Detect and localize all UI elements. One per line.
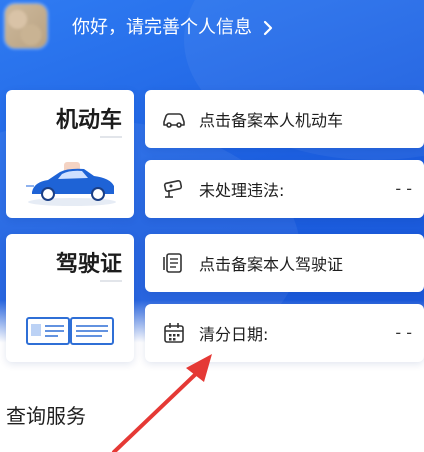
greeting-text: 你好，请完善个人信息 (72, 17, 252, 38)
vehicle-card[interactable]: 机动车 (6, 90, 134, 218)
violations-row[interactable]: 未处理违法: - - (145, 160, 424, 218)
document-icon (163, 253, 182, 273)
clear-date-row[interactable]: 清分日期: - - (145, 304, 424, 362)
chevron-right-icon (263, 20, 273, 36)
license-card[interactable]: 驾驶证 (6, 234, 134, 362)
vehicle-title: 机动车 (55, 108, 122, 133)
query-services-title: 查询服务 (6, 404, 86, 428)
license-illustration (26, 317, 114, 345)
title-divider (100, 136, 122, 138)
violations-label: 未处理违法: (199, 181, 285, 200)
clear-date-value: - - (395, 323, 412, 342)
title-divider (100, 280, 122, 282)
clear-date-label: 清分日期: (199, 325, 269, 344)
car-illustration (26, 162, 116, 206)
register-license-label: 点击备案本人驾驶证 (199, 255, 344, 274)
camera-icon (163, 179, 183, 198)
car-icon (163, 113, 185, 128)
register-vehicle-label: 点击备案本人机动车 (199, 111, 344, 130)
register-license-row[interactable]: 点击备案本人驾驶证 (145, 234, 424, 292)
violations-value: - - (395, 179, 412, 198)
profile-prompt[interactable]: 你好，请完善个人信息 (72, 16, 276, 40)
register-vehicle-row[interactable]: 点击备案本人机动车 (145, 90, 424, 148)
calendar-icon (164, 323, 184, 343)
avatar[interactable] (5, 4, 47, 48)
license-title: 驾驶证 (55, 252, 122, 277)
